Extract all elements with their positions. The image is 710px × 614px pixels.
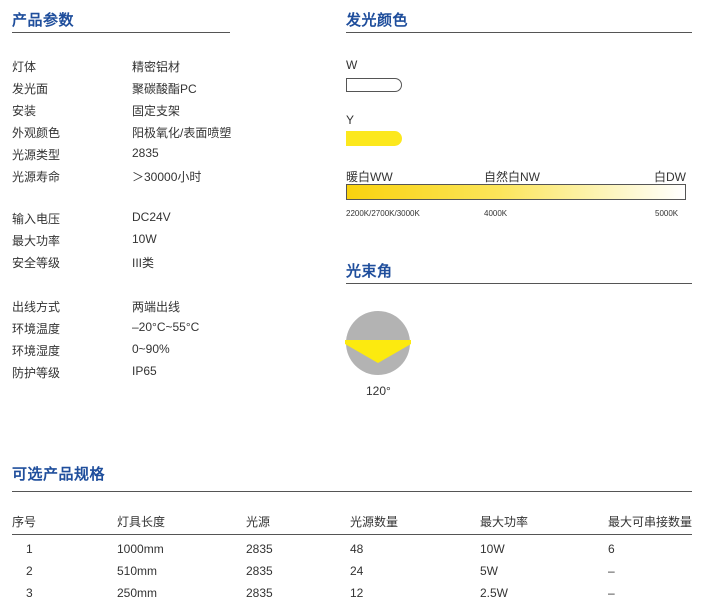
col-header-source-count: 光源数量 [350,515,399,529]
spec-key: 光源类型 [12,148,61,162]
table-cell: 10W [480,542,505,556]
yellow-label: Y [346,113,355,127]
table-cell: 510mm [117,564,158,578]
table-cell: 2835 [246,564,273,578]
spec-value: 阳极氧化/表面喷塑 [132,126,232,140]
table-cell: – [608,586,615,600]
table-cell: 5W [480,564,498,578]
section-title-beam: 光束角 [346,262,393,280]
temp-tick-daylight: 5000K [655,209,679,218]
spec-row: 安装 固定支架 [12,102,312,122]
options-divider-header [12,534,692,535]
spec-row: 输入电压 DC24V [12,210,312,230]
spec-value: 0~90% [132,342,170,356]
daylight-white-label: 白DW [654,170,686,184]
spec-value: 两端出线 [132,300,181,314]
spec-key: 安全等级 [12,256,61,270]
spec-key: 防护等级 [12,366,61,380]
spec-key: 外观颜色 [12,126,61,140]
spec-value: DC24V [132,210,171,224]
spec-row: 出线方式 两端出线 [12,298,312,318]
spec-row: 外观颜色 阳极氧化/表面喷塑 [12,124,312,144]
spec-key: 环境湿度 [12,344,61,358]
col-header-length: 灯具长度 [117,515,166,529]
table-cell: 12 [350,586,364,600]
spec-row: 最大功率 10W [12,232,312,252]
spec-value: ＞30000小时 [132,170,202,184]
table-cell: 24 [350,564,364,578]
white-label: W [346,58,358,72]
spec-key: 最大功率 [12,234,61,248]
color-temperature-gradient [346,184,686,200]
warm-white-label: 暖白WW [346,170,393,184]
table-cell: 1 [26,542,33,556]
yellow-color-swatch [346,131,402,146]
table-cell: 2835 [246,586,273,600]
col-header-max-chain: 最大可串接数量 [608,515,693,529]
natural-white-label: 自然白NW [484,170,540,184]
section-title-params: 产品参数 [12,11,75,29]
temp-tick-natural: 4000K [484,209,508,218]
table-cell: 250mm [117,586,158,600]
spec-key: 输入电压 [12,212,61,226]
spec-value: IP65 [132,364,157,378]
temp-tick-warm: 2200K/2700K/3000K [346,209,420,218]
color-divider [346,32,692,33]
spec-value: 固定支架 [132,104,181,118]
table-cell: 3 [26,586,33,600]
table-cell: 1000mm [117,542,164,556]
params-divider [12,32,230,33]
table-cell: 2 [26,564,33,578]
spec-row: 环境温度 –20°C~55°C [12,320,312,340]
section-title-color: 发光颜色 [346,11,409,29]
spec-value: 2835 [132,146,159,160]
spec-row: 环境湿度 0~90% [12,342,312,362]
spec-value: 聚碳酸酯PC [132,82,197,96]
options-divider-top [12,491,692,492]
spec-value: 10W [132,232,157,246]
spec-row: 灯体 精密铝材 [12,58,312,78]
spec-row: 安全等级 III类 [12,254,312,274]
spec-row: 光源类型 2835 [12,146,312,166]
spec-row: 发光面 聚碳酸酯PC [12,80,312,100]
col-header-source: 光源 [246,515,271,529]
spec-row: 防护等级 IP65 [12,364,312,384]
col-header-index: 序号 [12,515,37,529]
beam-angle-label: 120° [366,384,391,398]
spec-row: 光源寿命 ＞30000小时 [12,168,312,188]
spec-value: 精密铝材 [132,60,181,74]
spec-key: 发光面 [12,82,49,96]
spec-key: 环境温度 [12,322,61,336]
spec-key: 出线方式 [12,300,61,314]
spec-key: 安装 [12,104,37,118]
col-header-max-power: 最大功率 [480,515,529,529]
beam-angle-diagram [345,311,411,375]
table-cell: – [608,564,615,578]
table-cell: 48 [350,542,364,556]
table-cell: 2835 [246,542,273,556]
spec-value: –20°C~55°C [132,320,200,334]
white-color-swatch [346,78,402,92]
spec-key: 灯体 [12,60,37,74]
section-title-options: 可选产品规格 [12,465,106,483]
spec-key: 光源寿命 [12,170,61,184]
table-cell: 6 [608,542,615,556]
beam-divider [346,283,692,284]
spec-value: III类 [132,256,155,270]
table-cell: 2.5W [480,586,509,600]
